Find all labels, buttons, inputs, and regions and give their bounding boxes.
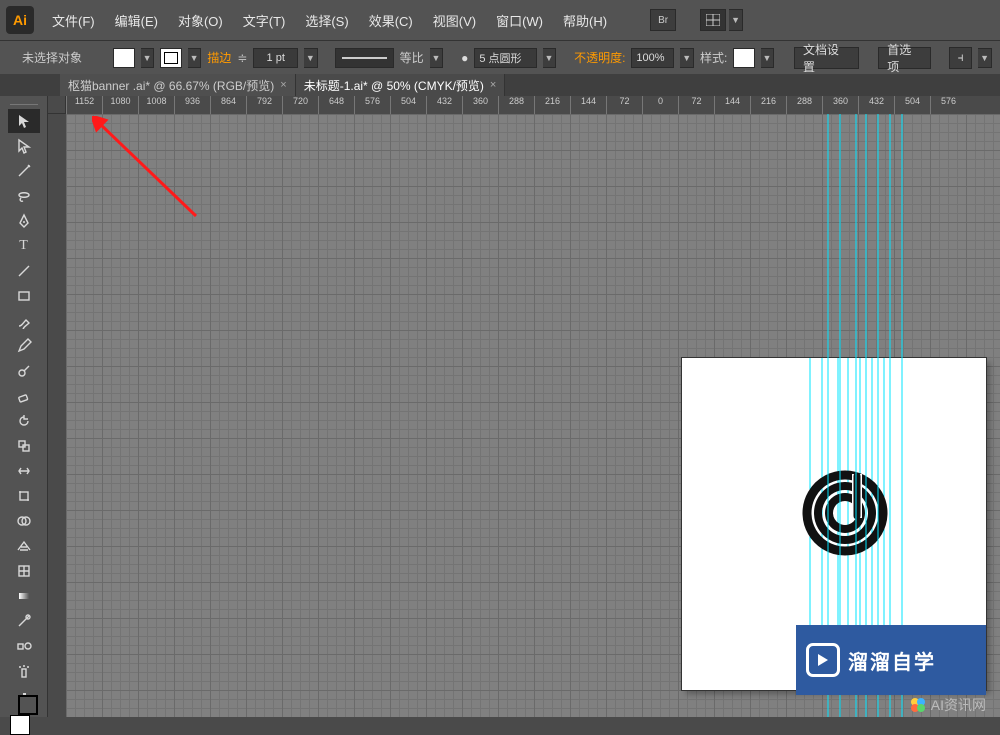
- menu-effect[interactable]: 效果(C): [359, 11, 423, 30]
- watermark-banner: 溜溜自学: [796, 625, 986, 695]
- stroke-swatch[interactable]: [160, 48, 181, 68]
- stroke-dropdown[interactable]: ▼: [188, 48, 202, 68]
- document-tab-label: 未标题-1.ai* @ 50% (CMYK/预览): [304, 77, 484, 94]
- align-dropdown[interactable]: ▼: [978, 48, 992, 68]
- eyedropper-tool[interactable]: [8, 609, 40, 633]
- ruler-origin[interactable]: [48, 96, 66, 114]
- uniform-dropdown[interactable]: ▼: [430, 48, 444, 68]
- watermark-sub: AI资讯网: [909, 695, 986, 715]
- tool-grip[interactable]: [10, 104, 38, 106]
- menu-help[interactable]: 帮助(H): [553, 11, 617, 30]
- opacity-label: 不透明度:: [574, 49, 625, 66]
- graphic-style-swatch[interactable]: [733, 48, 754, 68]
- play-icon: [806, 643, 840, 677]
- document-setup-button[interactable]: 文档设置: [794, 47, 859, 69]
- watermark-text: 溜溜自学: [848, 646, 936, 675]
- fill-stroke-control[interactable]: [8, 713, 40, 717]
- rectangle-tool[interactable]: [8, 284, 40, 308]
- rotate-tool[interactable]: [8, 409, 40, 433]
- type-tool[interactable]: T: [8, 234, 40, 258]
- magic-wand-tool[interactable]: [8, 159, 40, 183]
- brush-definition[interactable]: 5 点圆形: [474, 48, 536, 68]
- paintbrush-tool[interactable]: [8, 309, 40, 333]
- menu-edit[interactable]: 编辑(E): [105, 11, 168, 30]
- selection-tool[interactable]: [8, 109, 40, 133]
- document-tab-2[interactable]: 未标题-1.ai* @ 50% (CMYK/预览) ×: [296, 74, 506, 96]
- blob-brush-tool[interactable]: [8, 359, 40, 383]
- close-tab-icon[interactable]: ×: [490, 79, 496, 91]
- arrange-documents-button[interactable]: [700, 9, 726, 31]
- brush-dropdown[interactable]: ▼: [543, 48, 557, 68]
- close-tab-icon[interactable]: ×: [280, 79, 286, 91]
- opacity-dropdown[interactable]: ▼: [680, 48, 694, 68]
- flower-icon: [909, 696, 927, 714]
- uniform-label: 等比: [400, 49, 424, 66]
- menu-type[interactable]: 文字(T): [233, 11, 296, 30]
- watermark-sub-text: AI资讯网: [931, 695, 986, 715]
- shape-builder-tool[interactable]: [8, 509, 40, 533]
- align-button[interactable]: ⫞: [949, 47, 972, 69]
- arrange-documents-dropdown[interactable]: ▼: [729, 9, 743, 31]
- menu-bar: Ai 文件(F) 编辑(E) 对象(O) 文字(T) 选择(S) 效果(C) 视…: [0, 0, 1000, 40]
- fill-swatch[interactable]: [113, 48, 134, 68]
- opacity-input[interactable]: 100%: [631, 48, 674, 68]
- pen-tool[interactable]: [8, 209, 40, 233]
- vertical-ruler[interactable]: [48, 114, 66, 717]
- mesh-tool[interactable]: [8, 559, 40, 583]
- direct-selection-tool[interactable]: [8, 134, 40, 158]
- document-tab-bar: 枢猫banner .ai* @ 66.67% (RGB/预览) × 未标题-1.…: [0, 74, 1000, 96]
- width-tool[interactable]: [8, 459, 40, 483]
- stroke-label: 描边: [207, 49, 231, 66]
- pencil-tool[interactable]: [8, 334, 40, 358]
- bridge-button[interactable]: Br: [650, 9, 676, 31]
- fill-dropdown[interactable]: ▼: [141, 48, 155, 68]
- free-transform-tool[interactable]: [8, 484, 40, 508]
- stroke-weight-dropdown[interactable]: ▼: [304, 48, 318, 68]
- gradient-tool[interactable]: [8, 584, 40, 608]
- variable-width-profile[interactable]: [335, 48, 393, 68]
- blend-tool[interactable]: [8, 634, 40, 658]
- canvas[interactable]: 1152108010089368647927206485765044323602…: [48, 96, 1000, 717]
- document-tab-label: 枢猫banner .ai* @ 66.67% (RGB/预览): [68, 77, 274, 94]
- menu-object[interactable]: 对象(O): [168, 11, 233, 30]
- perspective-grid-tool[interactable]: [8, 534, 40, 558]
- line-tool[interactable]: [8, 259, 40, 283]
- symbol-sprayer-tool[interactable]: [8, 659, 40, 683]
- eraser-tool[interactable]: [8, 384, 40, 408]
- document-tab-1[interactable]: 枢猫banner .ai* @ 66.67% (RGB/预览) ×: [60, 74, 296, 96]
- workspace: T 11521080100893686479272064857650443236…: [0, 96, 1000, 717]
- graphic-style-dropdown[interactable]: ▼: [761, 48, 775, 68]
- app-logo: Ai: [6, 6, 34, 34]
- menu-window[interactable]: 窗口(W): [486, 11, 553, 30]
- scale-tool[interactable]: [8, 434, 40, 458]
- tool-panel: T: [0, 96, 48, 717]
- menu-file[interactable]: 文件(F): [42, 11, 105, 30]
- menu-view[interactable]: 视图(V): [423, 11, 486, 30]
- menu-select[interactable]: 选择(S): [295, 11, 358, 30]
- style-label: 样式:: [700, 49, 727, 66]
- control-bar: 未选择对象 ▼ ▼ 描边 ≑ 1 pt▼ 等比▼ ● 5 点圆形▼ 不透明度: …: [0, 40, 1000, 74]
- selection-status: 未选择对象: [22, 49, 82, 66]
- artwork-logo[interactable]: [802, 470, 888, 556]
- lasso-tool[interactable]: [8, 184, 40, 208]
- stroke-weight-input[interactable]: 1 pt: [253, 48, 298, 68]
- horizontal-ruler[interactable]: 1152108010089368647927206485765044323602…: [66, 96, 1000, 114]
- preferences-button[interactable]: 首选项: [878, 47, 931, 69]
